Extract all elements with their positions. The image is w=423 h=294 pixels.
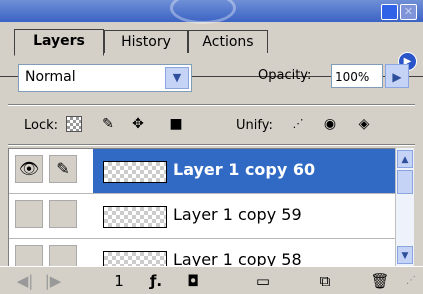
divider [8, 144, 415, 145]
opacity-slider-button[interactable]: ▶ [385, 64, 409, 88]
chevron-down-icon[interactable]: ▼ [397, 246, 413, 264]
lock-unify-row: Lock: ✎ ✥ ■ Unify: ⋰ ◉ ◈ [0, 106, 423, 144]
resize-grip-icon[interactable]: ⋰ [404, 271, 418, 291]
layer-name: Layer 1 copy 60 [173, 160, 316, 179]
layer-content[interactable]: Layer 1 copy 60 [93, 149, 396, 193]
transparency-lock-icon[interactable] [66, 116, 82, 132]
trash-icon[interactable]: 🗑 [368, 271, 392, 291]
tab-history[interactable]: History [104, 30, 188, 53]
unify-visibility-icon[interactable]: ◉ [322, 116, 338, 132]
layer-row[interactable]: Layer 1 copy 59 [9, 194, 396, 239]
layer-row[interactable]: 👁 ✎ Layer 1 copy 60 [9, 149, 396, 194]
scrollbar-thumb[interactable] [397, 170, 413, 194]
new-group-icon[interactable]: ▭ [250, 271, 276, 291]
move-lock-icon[interactable]: ✥ [130, 116, 146, 132]
bottom-toolbar: ◀| |▶ 1 ƒ. ◘ ▭ ⧉ 🗑 ⋰ [0, 266, 423, 294]
new-layer-icon[interactable]: ⧉ [313, 271, 337, 291]
layer-row[interactable]: Layer 1 copy 58 [9, 239, 396, 267]
minimize-button[interactable] [381, 4, 398, 20]
link-toggle[interactable] [49, 245, 77, 267]
layer-name: Layer 1 copy 59 [173, 205, 302, 224]
title-bar[interactable]: ✕ [0, 0, 423, 24]
close-button[interactable]: ✕ [400, 4, 417, 20]
chevron-down-icon[interactable]: ▼ [165, 67, 189, 89]
tab-layers[interactable]: Layers [14, 29, 104, 56]
opacity-input[interactable]: 100% [331, 64, 383, 88]
opacity-label: Opacity: [258, 68, 312, 83]
unify-position-icon[interactable]: ⋰ [290, 116, 306, 132]
chevron-up-icon[interactable]: ▲ [397, 150, 413, 168]
blend-opacity-row: Normal ▼ Opacity: 100% ▶ [0, 56, 423, 104]
eye-icon[interactable]: 👁 [15, 155, 43, 183]
layers-list: 👁 ✎ Layer 1 copy 60 Layer 1 copy 59 Laye… [8, 148, 397, 268]
unify-label: Unify: [236, 118, 273, 133]
visibility-toggle[interactable] [15, 245, 43, 267]
blend-mode-select[interactable]: Normal ▼ [18, 64, 192, 92]
tab-strip: Layers History Actions ▶ [0, 22, 423, 77]
frame-number: 1 [114, 272, 124, 290]
layer-mask-icon[interactable]: ◘ [180, 271, 206, 291]
visibility-toggle[interactable] [15, 200, 43, 228]
brush-icon[interactable]: ✎ [49, 155, 77, 183]
lock-all-icon[interactable]: ■ [168, 116, 184, 132]
layer-thumbnail [103, 206, 167, 228]
layer-content[interactable]: Layer 1 copy 59 [93, 194, 396, 238]
unify-style-icon[interactable]: ◈ [356, 116, 372, 132]
lock-label: Lock: [24, 118, 59, 133]
layer-thumbnail [103, 161, 167, 183]
layers-panel: ✕ Layers History Actions ▶ Normal ▼ Opac… [0, 0, 423, 294]
layer-style-icon[interactable]: ƒ. [140, 271, 172, 291]
next-frame-icon[interactable]: |▶ [42, 271, 64, 291]
vertical-scrollbar[interactable]: ▲ ▼ [395, 148, 414, 266]
tab-actions[interactable]: Actions [188, 30, 268, 53]
link-toggle[interactable] [49, 200, 77, 228]
brush-lock-icon[interactable]: ✎ [100, 116, 116, 132]
previous-frame-icon[interactable]: ◀| [14, 271, 36, 291]
watermark-shape [170, 0, 236, 24]
blend-mode-value: Normal [25, 69, 76, 85]
layer-content[interactable]: Layer 1 copy 58 [93, 239, 396, 267]
divider [8, 104, 415, 105]
